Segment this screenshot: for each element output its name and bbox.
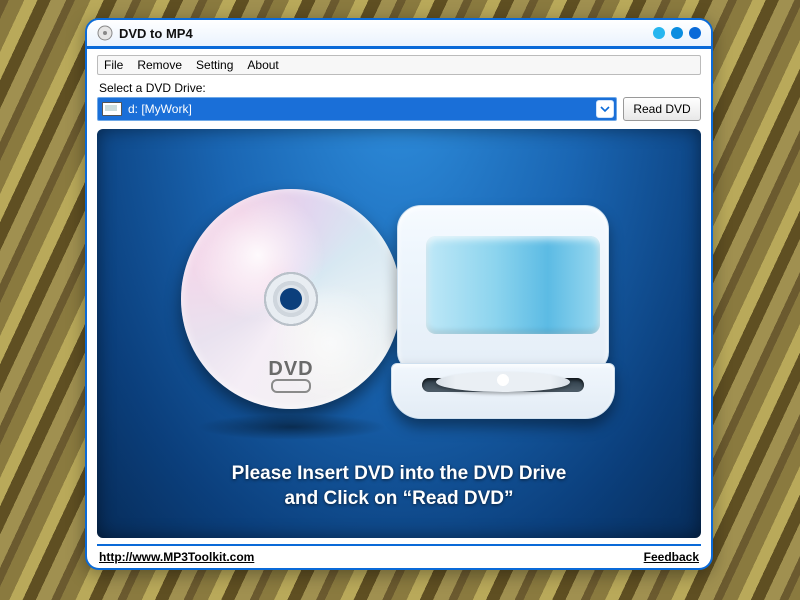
menu-setting[interactable]: Setting	[196, 58, 233, 72]
instruction-text: Please Insert DVD into the DVD Drive and…	[97, 461, 701, 512]
drive-selected-value: d: [MyWork]	[128, 102, 192, 116]
instruction-line1: Please Insert DVD into the DVD Drive	[97, 461, 701, 487]
disc-dvd-label: DVD	[268, 358, 313, 381]
status-bar: http://www.MP3Toolkit.com Feedback	[97, 544, 701, 564]
feedback-link[interactable]: Feedback	[644, 550, 699, 564]
instruction-line2: and Click on “Read DVD”	[97, 486, 701, 512]
read-dvd-button[interactable]: Read DVD	[623, 97, 701, 121]
drive-icon	[102, 102, 122, 116]
menu-bar: File Remove Setting About	[97, 55, 701, 75]
desktop-background: DVD to MP4 File Remove Setting About Sel…	[0, 0, 800, 600]
menu-about[interactable]: About	[247, 58, 278, 72]
window-body: File Remove Setting About Select a DVD D…	[87, 49, 711, 568]
window-title: DVD to MP4	[119, 26, 193, 41]
app-icon	[97, 25, 113, 41]
menu-file[interactable]: File	[104, 58, 123, 72]
preview-panel: DVD Please Insert DVD into the DVD D	[97, 129, 701, 538]
drive-dropdown[interactable]: d: [MyWork]	[97, 97, 617, 121]
drive-select-label: Select a DVD Drive:	[99, 81, 699, 95]
minimize-button[interactable]	[653, 27, 665, 39]
disc-shadow	[197, 414, 387, 440]
dvd-disc-illustration: DVD	[181, 189, 401, 409]
close-button[interactable]	[689, 27, 701, 39]
website-link[interactable]: http://www.MP3Toolkit.com	[99, 550, 254, 564]
drive-row: d: [MyWork] Read DVD	[97, 97, 701, 121]
title-bar[interactable]: DVD to MP4	[87, 20, 711, 49]
app-window: DVD to MP4 File Remove Setting About Sel…	[85, 18, 713, 570]
window-controls	[653, 27, 701, 39]
dvd-drive-illustration	[387, 195, 617, 425]
chevron-down-icon[interactable]	[596, 100, 614, 118]
menu-remove[interactable]: Remove	[137, 58, 182, 72]
maximize-button[interactable]	[671, 27, 683, 39]
